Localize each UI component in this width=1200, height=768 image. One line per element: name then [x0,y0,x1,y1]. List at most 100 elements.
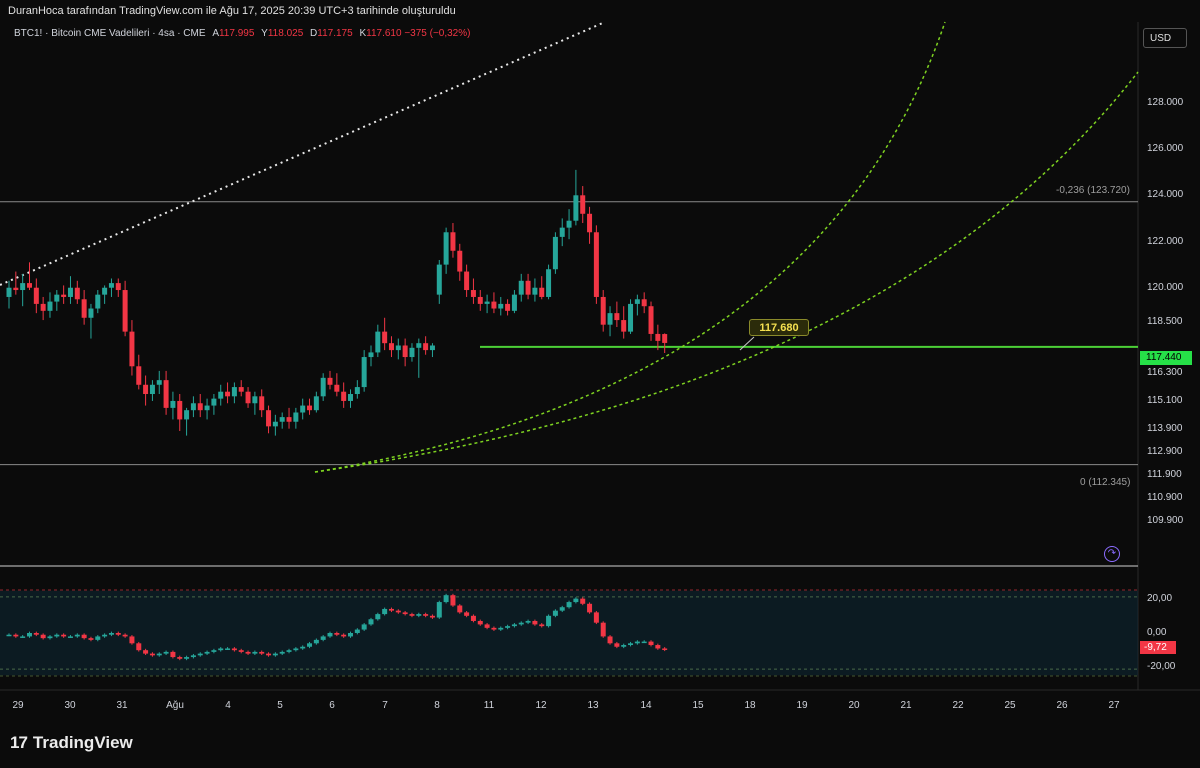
symbol-legend[interactable]: BTC1! · Bitcoin CME Vadelileri · 4sa · C… [14,28,470,39]
oscillator-body [184,657,190,659]
candle-body [505,303,511,311]
time-axis-label: 27 [1108,700,1120,711]
time-axis-label: 7 [382,700,388,711]
upper-trend-line [0,21,606,286]
oscillator-body [655,645,661,649]
oscillator-body [272,653,278,656]
candle-body [122,290,128,332]
oscillator-axis-label: 20,00 [1147,592,1173,604]
oscillator-body [259,651,265,654]
price-axis-label: 124.000 [1147,189,1184,201]
close-value: 117.610 [366,28,402,39]
open-label: A [212,28,219,39]
time-axis-label: 13 [587,700,599,711]
tradingview-logo[interactable]: 17 TradingView [10,733,133,753]
oscillator-body [566,602,572,608]
oscillator-body [443,595,449,603]
candle-body [348,394,353,401]
oscillator-body [238,650,244,652]
oscillator-body [532,620,538,625]
oscillator-body [266,653,272,656]
oscillator-body [61,634,67,637]
callout-pointer [739,336,755,351]
candle-body [498,303,504,309]
oscillator-body [457,605,463,613]
chart-canvas[interactable] [0,0,1200,768]
candle-body [341,391,347,401]
candle-body [402,345,408,358]
candle-body [655,333,661,341]
price-callout[interactable]: 117.680 [749,319,809,336]
oscillator-body [252,651,258,654]
candle-body [491,301,497,309]
oscillator-body [607,636,613,644]
brand-name: TradingView [32,733,133,752]
oscillator-body [293,648,299,651]
candle-body [375,331,381,353]
candle-body [409,347,415,358]
oscillator-body [464,612,470,616]
time-axis-label: 22 [952,700,964,711]
oscillator-body [197,653,203,656]
candle-body [156,380,162,385]
candle-body [457,250,463,272]
candle-body [197,403,203,411]
change-value: −375 (−0,32%) [404,28,471,39]
price-axis-label: 112.900 [1147,445,1183,457]
candle-body [388,343,394,351]
currency-button[interactable]: USD [1143,28,1187,48]
candle-body [368,352,374,358]
candle-body [429,345,435,351]
candle-body [552,236,558,270]
time-axis-label: 20 [848,700,860,711]
price-axis-label: 115.100 [1147,394,1183,406]
candle-body [395,345,401,351]
oscillator-body [163,651,169,654]
candle-body [525,280,531,295]
oscillator-body [436,602,442,618]
candle-body [20,283,26,291]
time-axis-label: 19 [796,700,808,711]
candle-body [416,343,422,348]
oscillator-body [211,650,217,652]
candle-body [238,387,244,392]
oscillator-body [559,607,565,611]
oscillator-body [204,651,210,654]
time-axis-label: 11 [483,700,495,711]
price-axis-label: 111.900 [1147,468,1182,480]
oscillator-body [129,636,135,644]
price-axis-label: 122.000 [1147,235,1184,247]
time-axis-label: 14 [640,700,652,711]
oscillator-body [47,636,53,639]
candle-body [266,410,272,427]
oscillator-body [395,610,401,613]
candle-body [33,287,39,304]
oscillator-body [13,634,19,637]
time-axis-label: 18 [744,700,756,711]
scroll-to-realtime-button[interactable]: ↷ [1104,546,1120,562]
candle-body [177,400,183,420]
oscillator-body [600,622,606,637]
candle-body [634,299,640,304]
candle-body [600,296,606,325]
oscillator-body [511,624,517,627]
candle-body [559,227,565,237]
candle-body [361,357,367,388]
oscillator-body [628,643,634,646]
oscillator-body [122,634,128,637]
oscillator-body [279,651,285,654]
symbol-title[interactable]: BTC1! · Bitcoin CME Vadelileri · 4sa · C… [14,28,206,39]
price-axis-label: 113.900 [1147,422,1183,434]
time-axis-label: 21 [900,700,912,711]
oscillator-body [102,634,108,637]
price-axis-label: 110.900 [1147,491,1183,503]
oscillator-body [190,655,196,658]
oscillator-body [641,641,647,644]
oscillator-body [74,634,80,637]
oscillator-body [491,627,497,630]
oscillator-body [348,633,353,637]
candle-body [170,400,176,408]
tradingview-logo-icon: 17 [10,733,28,752]
candle-body [47,301,53,311]
oscillator-body [300,646,306,649]
